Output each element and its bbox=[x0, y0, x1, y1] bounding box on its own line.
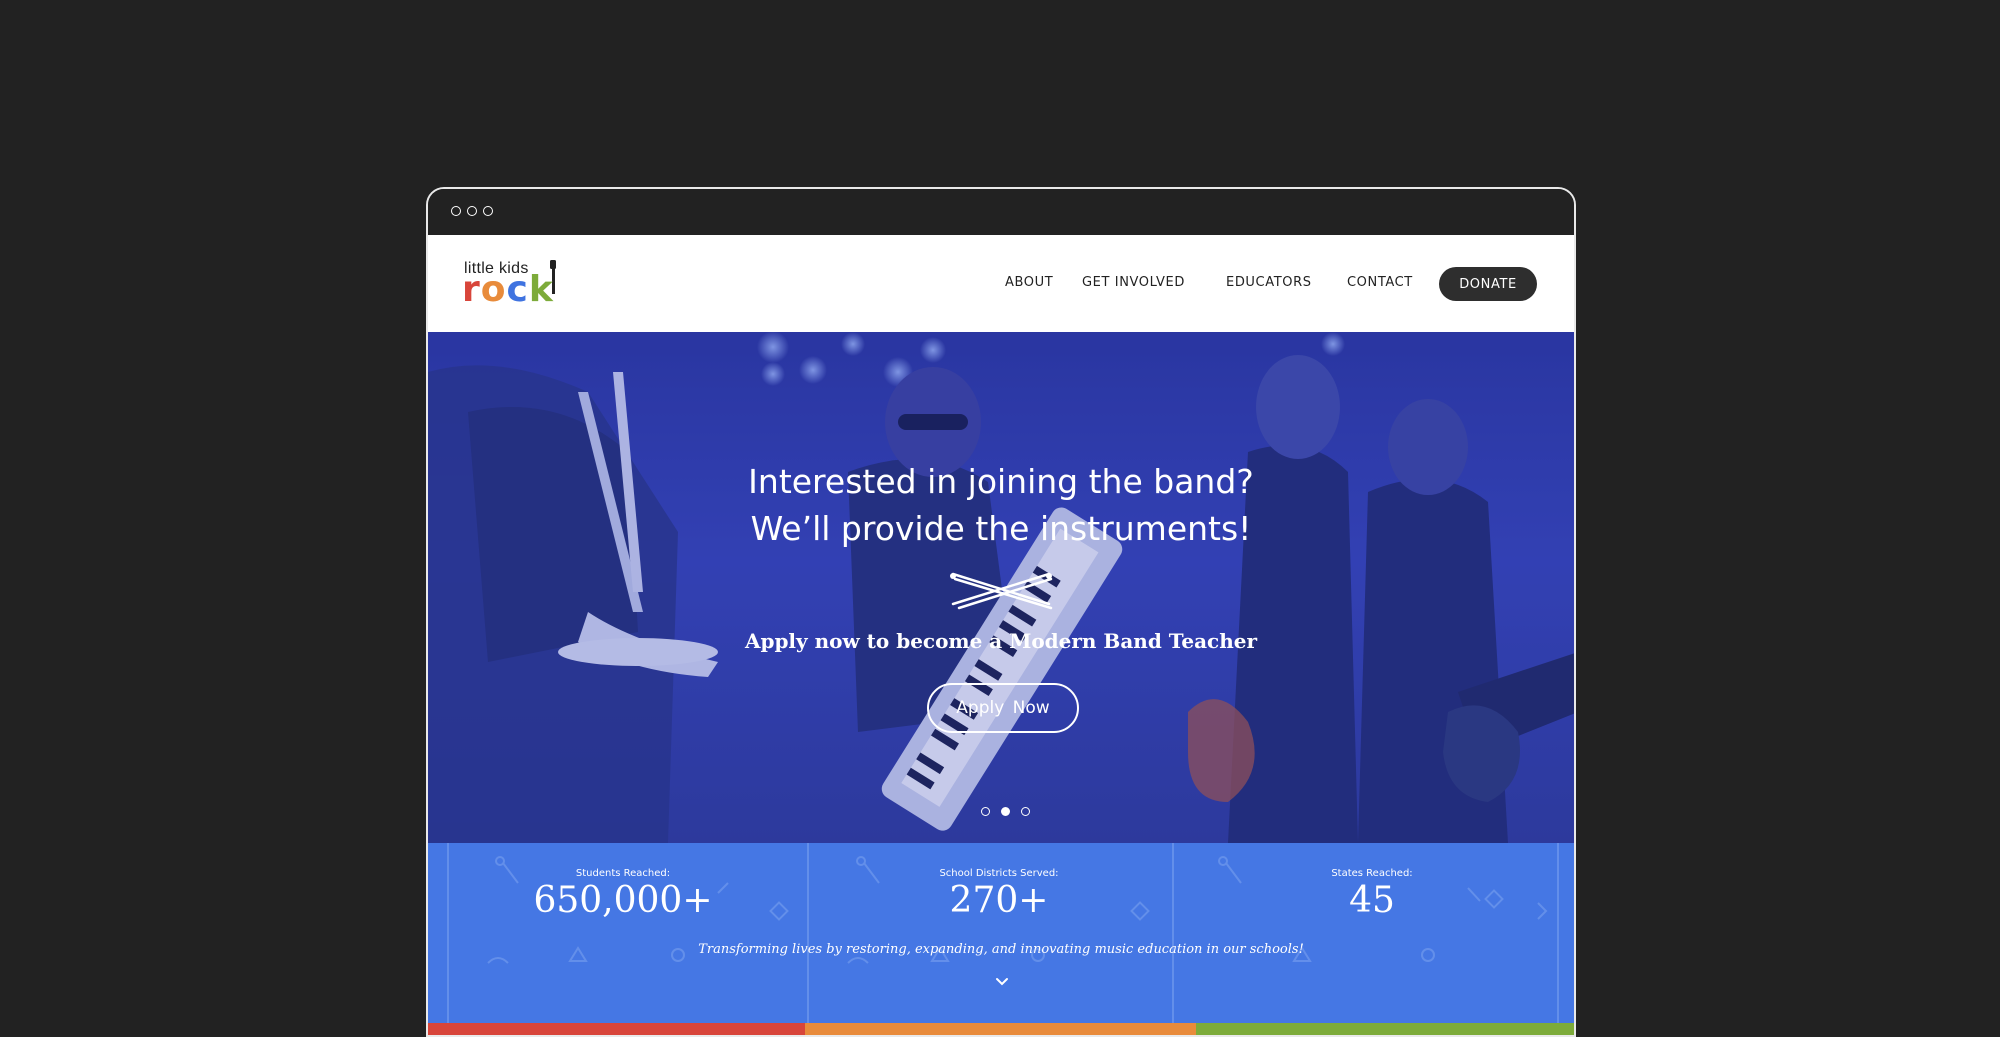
browser-chrome bbox=[428, 189, 1574, 235]
window-dot-icon bbox=[451, 206, 461, 216]
nav-educators[interactable]: EDUCATORS bbox=[1226, 275, 1312, 290]
website: little kids rock ABOUT GET INVOLVED EDUC… bbox=[428, 235, 1574, 1035]
stat-value-states: 45 bbox=[1349, 880, 1395, 921]
hero-title: Interested in joining the band? We’ll pr… bbox=[428, 458, 1574, 552]
mission-tagline: Transforming lives by restoring, expandi… bbox=[698, 942, 1304, 957]
stat-value-districts: 270+ bbox=[949, 880, 1049, 921]
apply-now-button[interactable]: Apply Now bbox=[927, 683, 1079, 733]
logo-letter: k bbox=[528, 269, 554, 310]
nav-get-involved[interactable]: GET INVOLVED bbox=[1082, 275, 1185, 290]
window-dot-icon bbox=[483, 206, 493, 216]
stat-label-states: States Reached: bbox=[1331, 868, 1413, 879]
site-header: little kids rock ABOUT GET INVOLVED EDUC… bbox=[428, 235, 1574, 332]
nav-contact[interactable]: CONTACT bbox=[1347, 275, 1413, 290]
stat-value-students: 650,000+ bbox=[533, 880, 713, 921]
stat-label-students: Students Reached: bbox=[575, 868, 671, 879]
donate-button[interactable]: DONATE bbox=[1439, 267, 1537, 301]
color-bar-green bbox=[1196, 1023, 1574, 1035]
chevron-down-icon[interactable] bbox=[995, 977, 1009, 987]
browser-window: little kids rock ABOUT GET INVOLVED EDUC… bbox=[426, 187, 1576, 1037]
carousel-indicator-active[interactable] bbox=[1001, 807, 1010, 816]
color-bar-red bbox=[428, 1023, 805, 1035]
hero-carousel: Interested in joining the band? We’ll pr… bbox=[428, 332, 1574, 843]
logo-letter: o bbox=[480, 269, 507, 310]
hero-title-line: We’ll provide the instruments! bbox=[750, 509, 1252, 548]
crossed-drumsticks-icon bbox=[950, 572, 1053, 610]
site-logo[interactable]: little kids rock bbox=[462, 260, 574, 312]
window-dot-icon bbox=[467, 206, 477, 216]
logo-wordmark: rock bbox=[462, 270, 554, 310]
carousel-indicator[interactable] bbox=[981, 807, 990, 816]
logo-letter: r bbox=[462, 269, 481, 310]
color-bar-orange bbox=[805, 1023, 1196, 1035]
nav-about[interactable]: ABOUT bbox=[1005, 275, 1053, 290]
carousel-indicator[interactable] bbox=[1021, 807, 1030, 816]
hero-title-line: Interested in joining the band? bbox=[748, 462, 1254, 501]
stats-section: Students Reached: 650,000+ School Distri… bbox=[428, 843, 1574, 1023]
hero-subtitle: Apply now to become a Modern Band Teache… bbox=[744, 629, 1258, 653]
logo-letter: c bbox=[506, 269, 529, 310]
stat-label-districts: School Districts Served: bbox=[939, 868, 1059, 879]
